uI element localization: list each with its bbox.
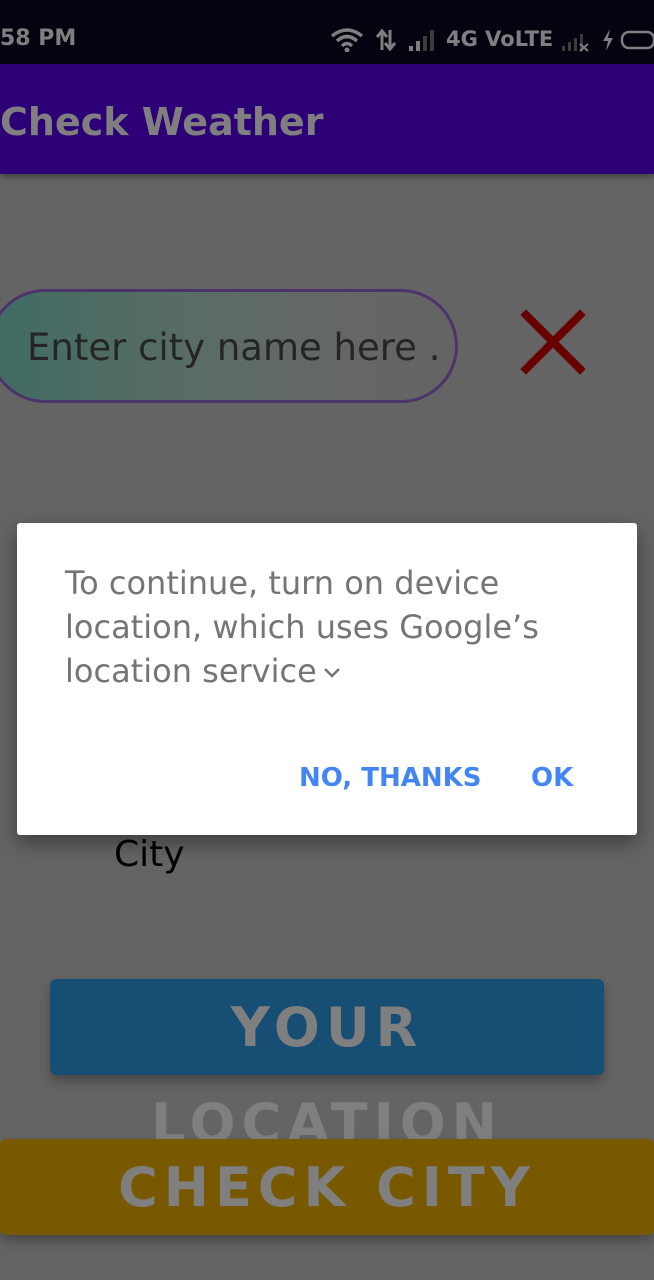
dialog-message: To continue, turn on device location, wh…	[65, 561, 595, 693]
no-thanks-button[interactable]: NO, THANKS	[299, 763, 481, 793]
location-dialog: To continue, turn on device location, wh…	[17, 523, 637, 835]
dialog-message-text: To continue, turn on device location, wh…	[65, 564, 539, 690]
chevron-down-icon[interactable]	[323, 667, 341, 679]
ok-button[interactable]: OK	[531, 763, 573, 793]
